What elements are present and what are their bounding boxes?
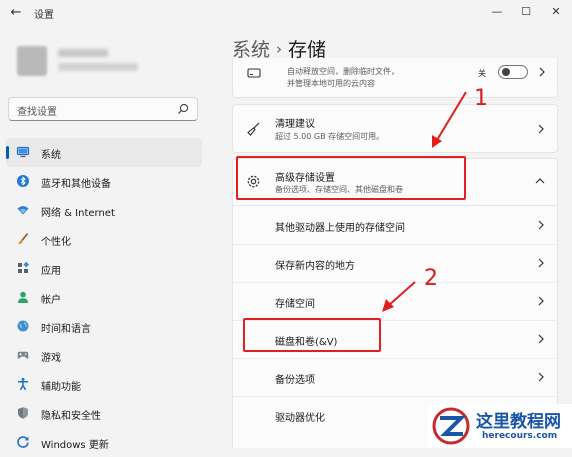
selection-indicator [6,146,9,159]
search-placeholder: 查找设置 [17,107,57,118]
sub-item-save-locations[interactable]: 保存新内容的地方 [233,245,557,283]
accessibility-icon [18,377,28,391]
sidebar-item-apps[interactable]: 应用 [6,254,202,283]
title-bar: ← 设置 — ☐ ✕ [0,0,572,28]
broom-icon [247,122,260,136]
avatar[interactable] [17,46,47,76]
watermark-title: 这里教程网 [476,412,561,432]
sidebar-item-personalization[interactable]: 个性化 [6,225,202,254]
sidebar-item-privacy[interactable]: 隐私和安全性 [6,399,202,428]
sub-item-label: 驱动器优化 [275,413,325,424]
chevron-right-icon [538,220,544,230]
cleanup-recommendations-row[interactable]: 清理建议 超过 5.00 GB 存储空间可用。 [232,104,558,153]
monitor-icon [16,146,30,158]
sidebar-item-time-language[interactable]: 时间和语言 [6,312,202,341]
sub-item-backup-options[interactable]: 备份选项 [233,359,557,397]
sidebar-item-accessibility[interactable]: 辅助功能 [6,370,202,399]
sidebar-item-network[interactable]: 网络 & Internet [6,196,202,225]
storage-sense-toggle[interactable] [498,65,528,79]
account-icon [18,291,28,303]
sidebar-item-label: Windows 更新 [41,440,109,451]
sidebar-item-label: 个性化 [41,237,71,248]
search-icon[interactable] [176,102,190,116]
shield-icon [18,407,28,419]
chevron-right-icon [538,296,544,306]
sidebar-nav: 系统 蓝牙和其他设备 网络 & Internet 个性化 应用 帐户 时间和语言… [6,138,202,457]
apps-icon [18,261,30,273]
sub-item-label: 其他驱动器上使用的存储空间 [275,223,405,234]
sidebar-item-label: 蓝牙和其他设备 [41,179,111,190]
sub-item-label: 保存新内容的地方 [275,261,355,272]
storage-sense-desc-1: 自动释放空间，删除临时文件， [287,67,399,76]
annotation-highlight-box-2 [243,318,381,352]
account-email-redacted [58,63,138,71]
back-arrow-icon[interactable]: ← [8,5,24,21]
chevron-right-icon [538,124,544,134]
wifi-icon [17,206,29,215]
watermark-logo-icon [432,407,470,445]
globe-clock-icon [17,320,29,332]
breadcrumb-separator: › [276,40,283,58]
sidebar-item-label: 应用 [41,266,61,277]
sidebar-item-label: 网络 & Internet [41,208,115,219]
sub-item-storage-spaces[interactable]: 存储空间 [233,283,557,321]
annotation-number-1: 1 [474,86,488,111]
sidebar-item-label: 帐户 [41,295,61,306]
toggle-knob [502,68,510,76]
toggle-state-label: 关 [478,69,486,78]
cleanup-subtitle: 超过 5.00 GB 存储空间可用。 [275,132,385,141]
sidebar-item-gaming[interactable]: 游戏 [6,341,202,370]
storage-sense-desc-2: 并管理本地可用的云内容 [287,79,375,88]
chevron-right-icon[interactable] [538,67,546,77]
search-input[interactable]: 查找设置 [8,97,198,121]
sub-item-label: 备份选项 [275,375,315,386]
sidebar-item-windows-update[interactable]: Windows 更新 [6,428,202,457]
chevron-up-icon[interactable] [535,177,545,185]
watermark: 这里教程网 herecours.com [428,404,572,448]
windows-update-icon [17,436,29,448]
sidebar-item-label: 系统 [41,150,61,161]
sidebar-item-bluetooth[interactable]: 蓝牙和其他设备 [6,167,202,196]
sidebar-item-label: 辅助功能 [41,382,81,393]
cleanup-title: 清理建议 [275,119,315,130]
sub-item-label: 存储空间 [275,299,315,310]
paint-brush-icon [18,233,29,245]
maximize-icon[interactable]: ☐ [515,2,537,22]
chevron-right-icon [538,372,544,382]
account-name-redacted [58,49,108,57]
annotation-highlight-box-1 [236,156,466,200]
sidebar-item-accounts[interactable]: 帐户 [6,283,202,312]
sidebar-item-system[interactable]: 系统 [6,138,202,167]
chevron-right-icon [538,334,544,344]
annotation-number-2: 2 [424,266,438,291]
app-title: 设置 [34,10,54,21]
watermark-url: herecours.com [482,431,558,441]
sidebar-item-label: 隐私和安全性 [41,411,101,422]
chevron-right-icon [538,258,544,268]
bluetooth-icon [17,175,29,187]
storage-drive-icon [247,68,261,78]
sub-item-other-drives[interactable]: 其他驱动器上使用的存储空间 [233,207,557,245]
minimize-icon[interactable]: — [486,2,508,22]
sidebar-item-label: 时间和语言 [41,324,91,335]
sidebar-item-label: 游戏 [41,353,61,364]
close-icon[interactable]: ✕ [545,2,567,22]
gamepad-icon [17,351,29,359]
